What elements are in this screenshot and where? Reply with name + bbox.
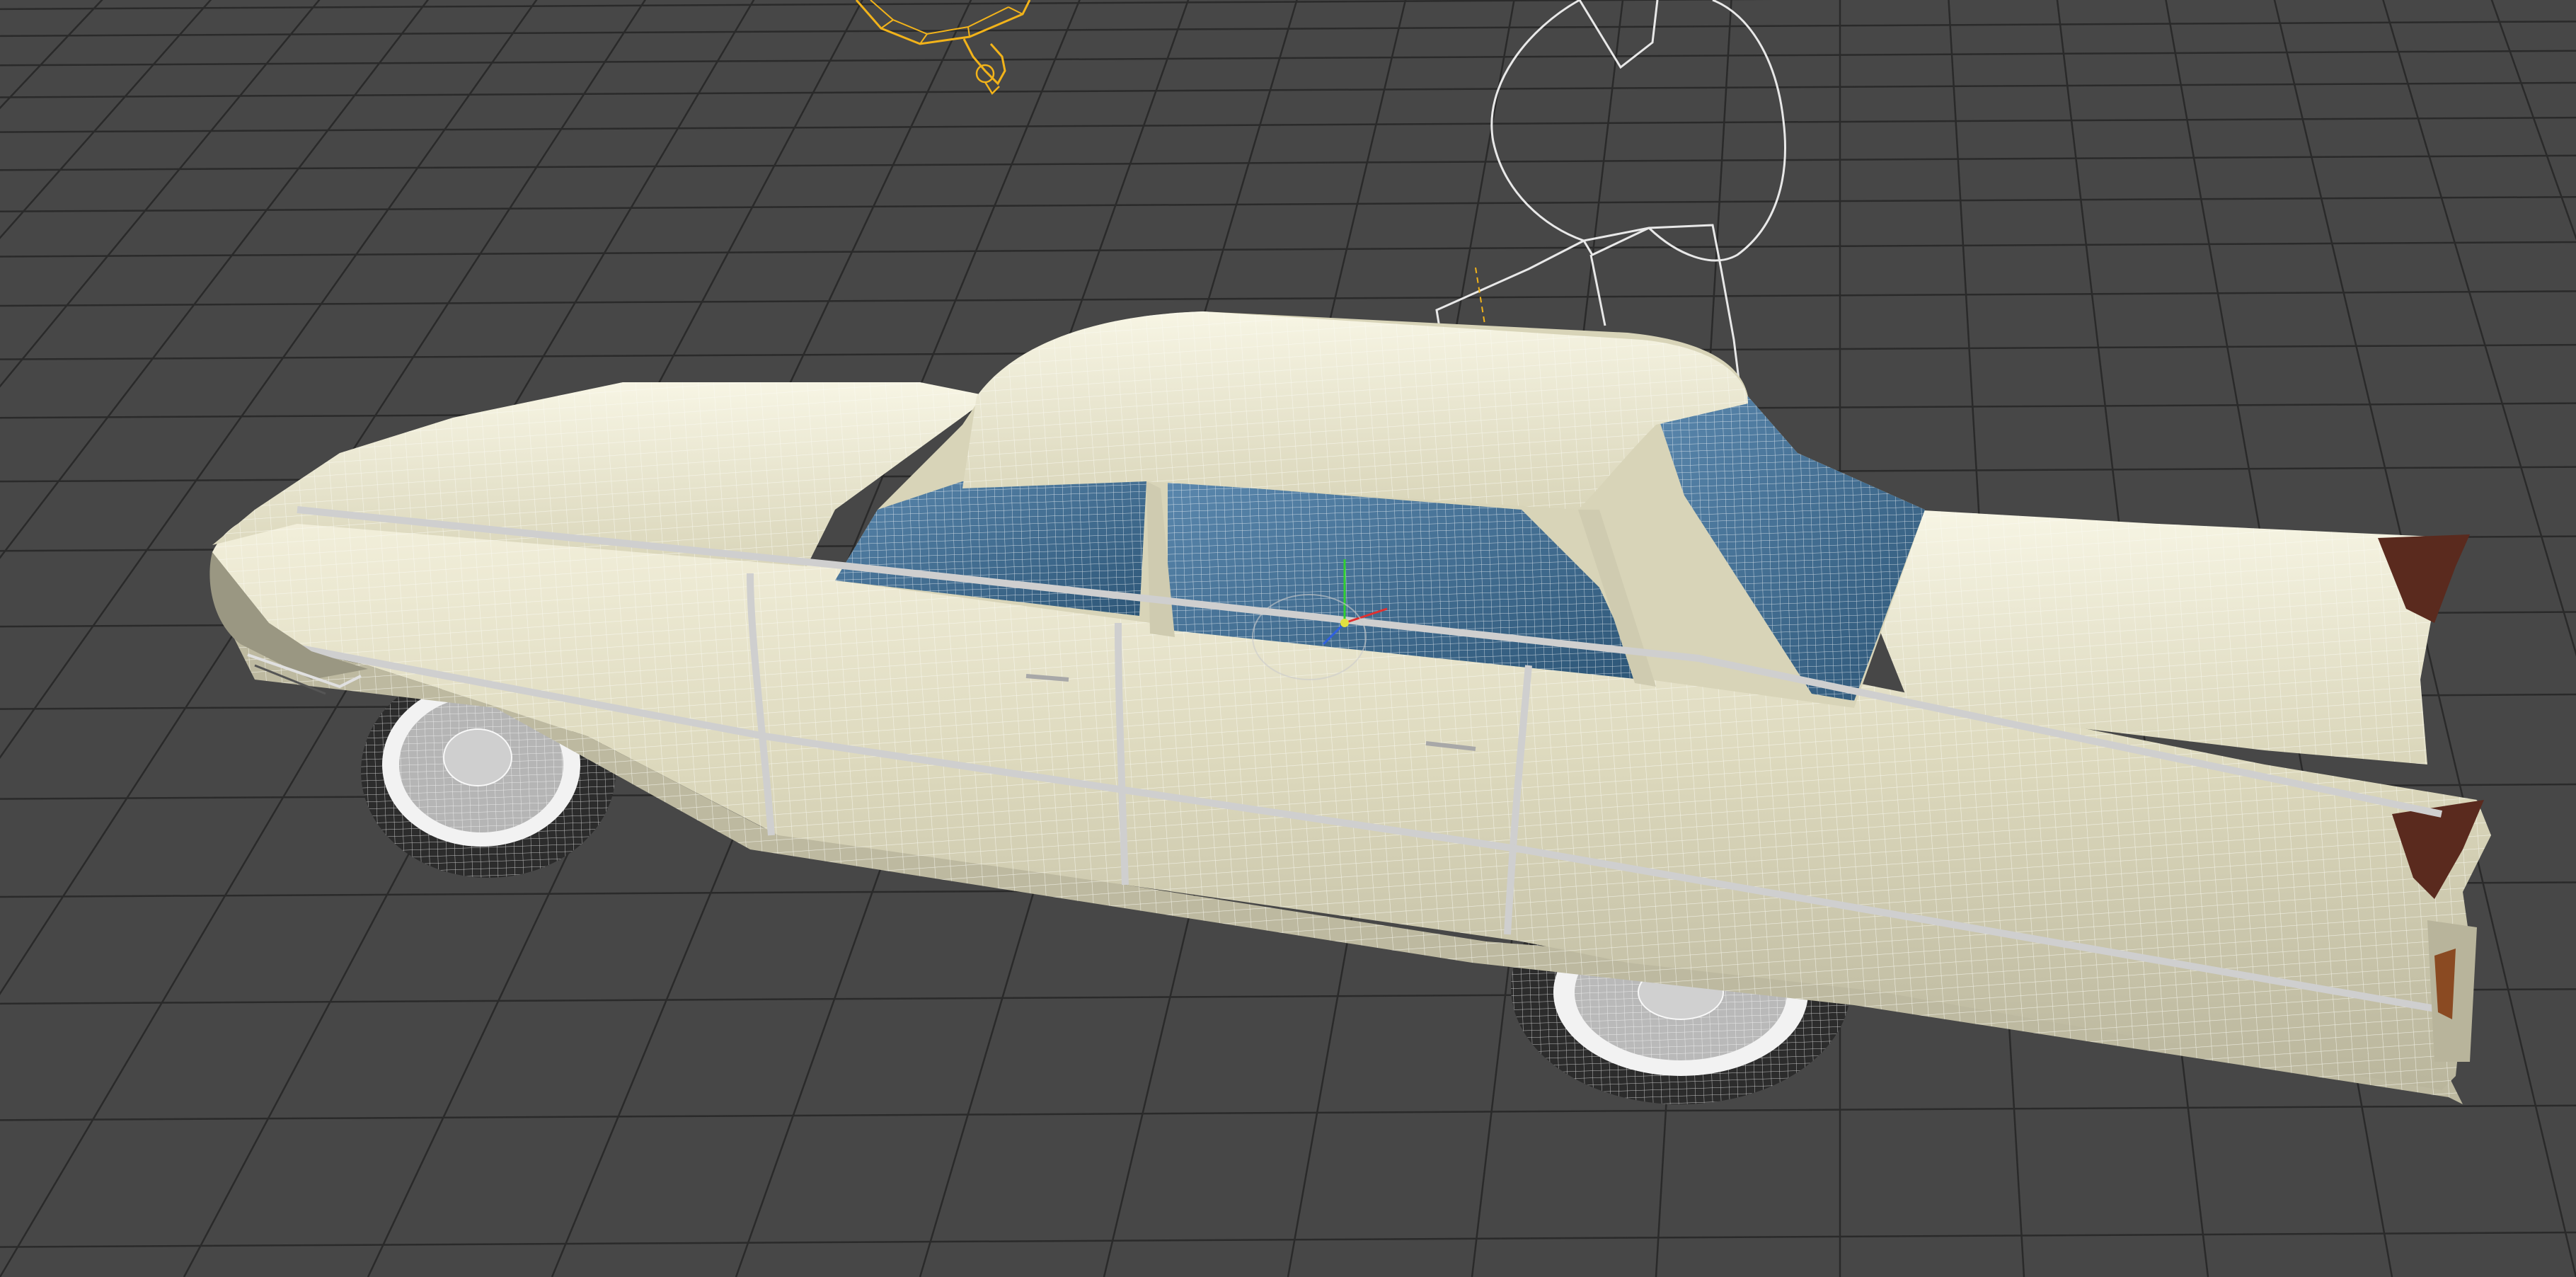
grid-line — [0, 154, 2576, 171]
viewport-canvas[interactable] — [0, 0, 2576, 1277]
3d-viewport[interactable] — [0, 0, 2576, 1277]
grid-line — [0, 81, 2576, 98]
grid-line — [0, 21, 2576, 38]
grid-line — [0, 290, 2576, 307]
car-model[interactable] — [209, 311, 2491, 1104]
grid-line — [0, 0, 1771, 11]
grid-line — [0, 195, 2576, 213]
grid-line — [0, 241, 2576, 258]
grid-line — [0, 50, 2576, 67]
camera-wireframe-icon[interactable] — [855, 0, 1031, 95]
